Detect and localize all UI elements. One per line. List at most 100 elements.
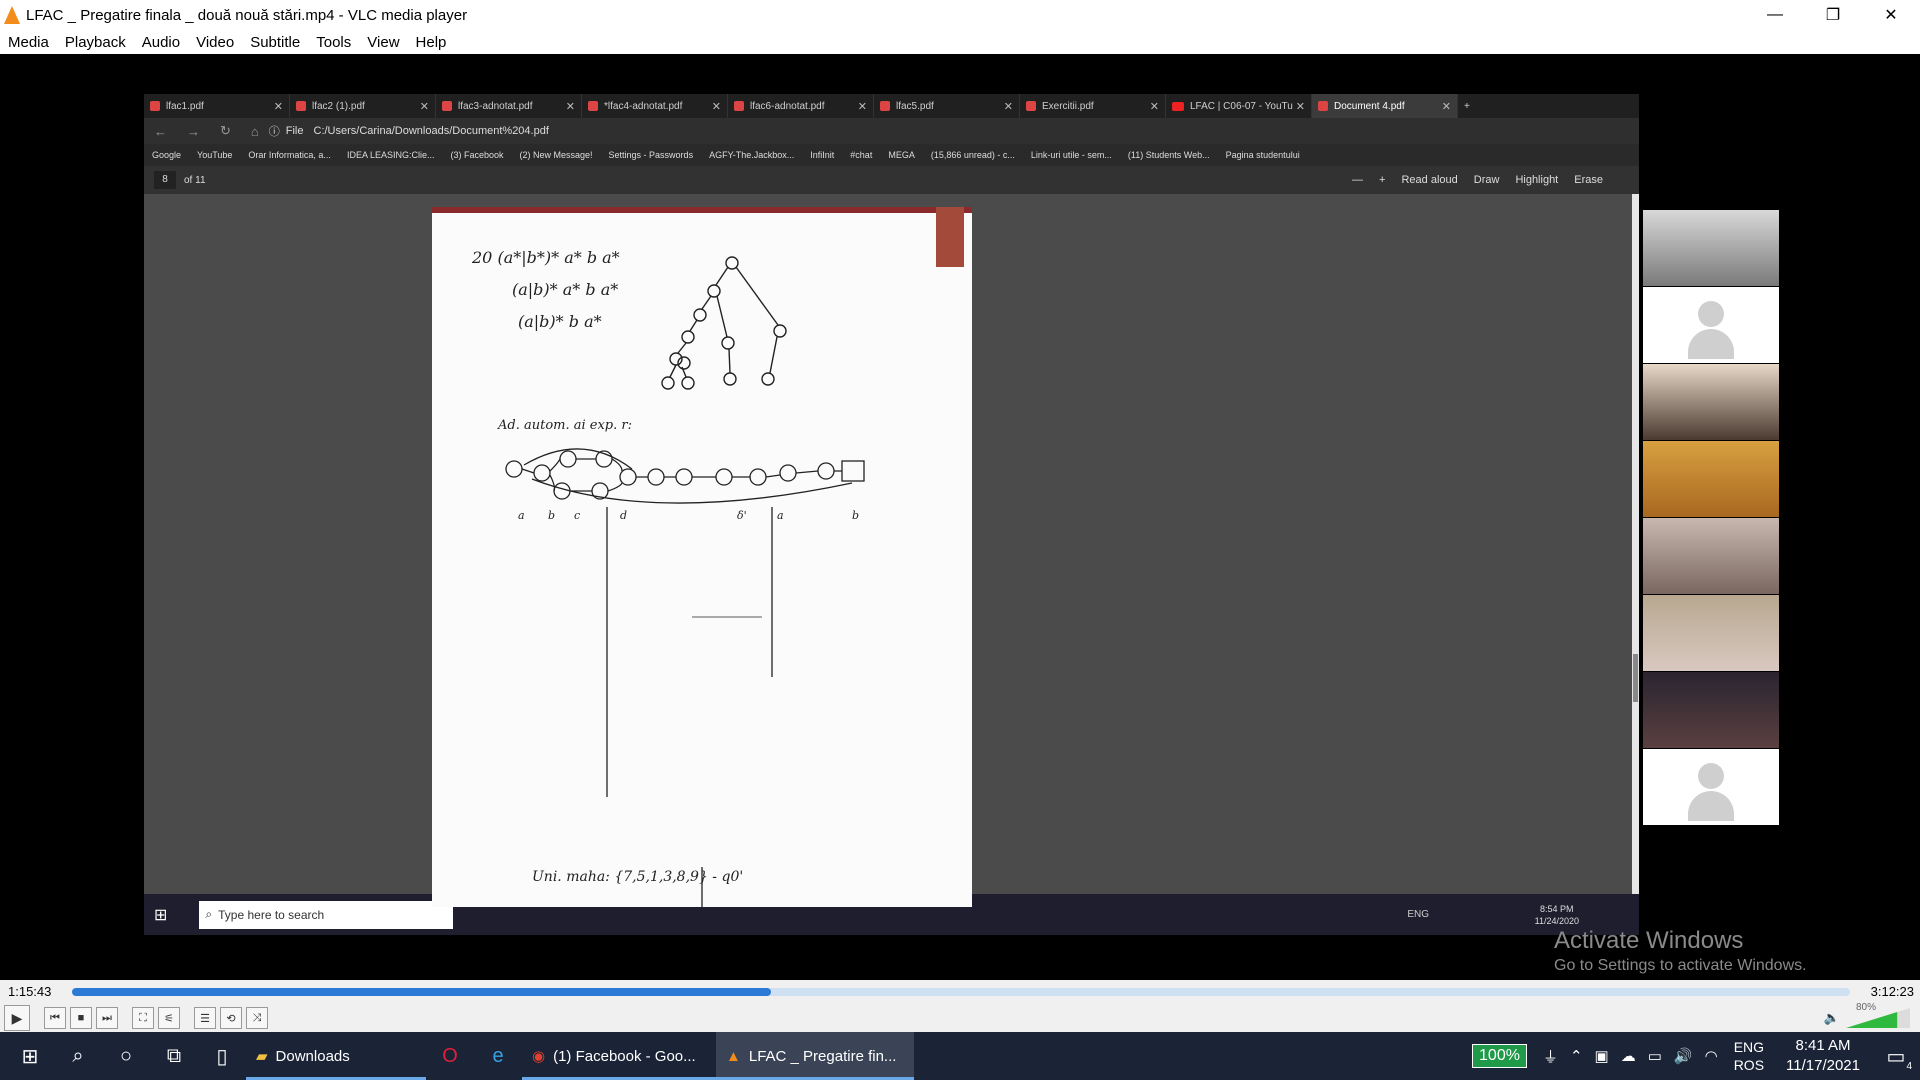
bookmark[interactable]: Google <box>152 150 181 160</box>
bookmark[interactable]: MEGA <box>888 150 915 160</box>
task-view-icon[interactable]: ⧉ <box>150 1032 198 1080</box>
chevron-up-icon[interactable]: ⌃ <box>1570 1047 1583 1065</box>
bookmark[interactable]: (2) New Message! <box>520 150 593 160</box>
device-icon[interactable]: ▣ <box>1595 1047 1609 1065</box>
opera-icon[interactable]: O <box>426 1032 474 1080</box>
forward-icon[interactable]: → <box>187 124 200 139</box>
minimize-button[interactable]: — <box>1746 0 1804 30</box>
clock[interactable]: 8:41 AM 11/17/2021 <box>1786 1036 1860 1076</box>
windows-start-icon[interactable]: ⊞ <box>6 1032 54 1080</box>
stop-icon[interactable]: ■ <box>70 1007 92 1029</box>
cortana-icon[interactable]: ○ <box>102 1032 150 1080</box>
menu-view[interactable]: View <box>359 34 407 51</box>
browser-tab[interactable]: lfac2 (1).pdf ✕ <box>290 94 436 118</box>
close-tab-icon[interactable]: ✕ <box>274 100 283 113</box>
close-tab-icon[interactable]: ✕ <box>712 100 721 113</box>
bookmark[interactable]: InfiInit <box>810 150 834 160</box>
search-icon[interactable]: ⌕ <box>54 1032 102 1080</box>
participant-tile[interactable] <box>1643 749 1779 825</box>
cloud-icon[interactable]: ☁ <box>1621 1047 1636 1065</box>
shuffle-icon[interactable]: ⤨ <box>246 1007 268 1029</box>
bookmark[interactable]: IDEA LEASING:Clie... <box>347 150 435 160</box>
refresh-icon[interactable]: ↻ <box>220 123 231 139</box>
seek-bar[interactable] <box>72 988 1850 996</box>
bookmark[interactable]: AGFY-The.Jackbox... <box>709 150 794 160</box>
url-field[interactable]: C:/Users/Carina/Downloads/Document%204.p… <box>314 125 549 137</box>
close-tab-icon[interactable]: ✕ <box>1442 100 1451 113</box>
menu-audio[interactable]: Audio <box>134 34 188 51</box>
erase-button[interactable]: Erase <box>1574 174 1603 186</box>
menu-tools[interactable]: Tools <box>308 34 359 51</box>
bookmark[interactable]: Link-uri utile - sem... <box>1031 150 1112 160</box>
wifi-icon[interactable]: ◠ <box>1705 1047 1718 1065</box>
loop-icon[interactable]: ⟲ <box>220 1007 242 1029</box>
zoom-in-button[interactable]: + <box>1379 174 1385 186</box>
bookmark[interactable]: Pagina studentului <box>1226 150 1300 160</box>
battery-indicator[interactable]: 100% <box>1472 1044 1527 1068</box>
notifications-icon[interactable]: ▭ 4 <box>1872 1032 1920 1080</box>
back-icon[interactable]: ← <box>154 124 167 139</box>
browser-tab[interactable]: lfac6-adnotat.pdf ✕ <box>728 94 874 118</box>
browser-tab-active[interactable]: Document 4.pdf ✕ <box>1312 94 1458 118</box>
file-icon[interactable]: ▯ <box>198 1032 246 1080</box>
bookmark[interactable]: (11) Students Web... <box>1128 150 1210 160</box>
participant-tile[interactable] <box>1643 210 1779 286</box>
menu-help[interactable]: Help <box>408 34 455 51</box>
browser-tab[interactable]: LFAC | C06-07 - YouTu ✕ <box>1166 94 1312 118</box>
menu-video[interactable]: Video <box>188 34 242 51</box>
browser-tab[interactable]: Exercitii.pdf ✕ <box>1020 94 1166 118</box>
battery-icon[interactable]: ▭ <box>1648 1047 1662 1065</box>
draw-button[interactable]: Draw <box>1474 174 1500 186</box>
close-tab-icon[interactable]: ✕ <box>858 100 867 113</box>
highlight-button[interactable]: Highlight <box>1515 174 1558 186</box>
restore-button[interactable]: ❐ <box>1804 0 1862 30</box>
browser-tab[interactable]: lfac1.pdf ✕ <box>144 94 290 118</box>
participant-tile[interactable] <box>1643 441 1779 517</box>
browser-tab[interactable]: lfac5.pdf ✕ <box>874 94 1020 118</box>
menu-subtitle[interactable]: Subtitle <box>242 34 308 51</box>
home-icon[interactable]: ⌂ <box>251 124 259 139</box>
participant-tile[interactable] <box>1643 672 1779 748</box>
participant-tile[interactable] <box>1643 595 1779 671</box>
scrollbar-thumb[interactable] <box>1633 654 1638 702</box>
close-tab-icon[interactable]: ✕ <box>1296 100 1305 113</box>
extended-settings-icon[interactable]: ⚟ <box>158 1007 180 1029</box>
edge-icon[interactable]: e <box>474 1032 522 1080</box>
bookmark[interactable]: Orar Informatica, a... <box>248 150 331 160</box>
participant-tile[interactable] <box>1643 287 1779 363</box>
playlist-icon[interactable]: ☰ <box>194 1007 216 1029</box>
zoom-out-button[interactable]: — <box>1352 174 1363 186</box>
bookmarks-bar: Google YouTube Orar Informatica, a... ID… <box>144 144 1639 166</box>
taskbar-app-facebook[interactable]: ◉ (1) Facebook - Goo... <box>522 1032 716 1080</box>
participant-tile[interactable] <box>1643 364 1779 440</box>
read-aloud-button[interactable]: Read aloud <box>1401 174 1457 186</box>
speaker-icon[interactable]: 🔊 <box>1674 1047 1693 1065</box>
next-icon[interactable]: ⏭ <box>96 1007 118 1029</box>
fullscreen-icon[interactable]: ⛶ <box>132 1007 154 1029</box>
previous-icon[interactable]: ⏮ <box>44 1007 66 1029</box>
close-tab-icon[interactable]: ✕ <box>1004 100 1013 113</box>
speaker-icon[interactable]: 🔈 <box>1824 1010 1840 1026</box>
taskbar-app-downloads[interactable]: ▰ Downloads <box>246 1032 426 1080</box>
menu-playback[interactable]: Playback <box>57 34 134 51</box>
page-number-input[interactable]: 8 <box>154 171 176 189</box>
play-button[interactable]: ▶ <box>4 1005 30 1031</box>
bookmark[interactable]: (15,866 unread) - c... <box>931 150 1015 160</box>
menu-media[interactable]: Media <box>0 34 57 51</box>
new-tab-button[interactable]: + <box>1458 94 1488 118</box>
close-tab-icon[interactable]: ✕ <box>420 100 429 113</box>
close-tab-icon[interactable]: ✕ <box>1150 100 1159 113</box>
language-indicator[interactable]: ENG ROS <box>1734 1038 1764 1074</box>
bookmark[interactable]: Settings - Passwords <box>609 150 694 160</box>
close-button[interactable]: ✕ <box>1862 0 1920 30</box>
participant-tile[interactable] <box>1643 518 1779 594</box>
bookmark[interactable]: YouTube <box>197 150 232 160</box>
browser-tab[interactable]: lfac3-adnotat.pdf ✕ <box>436 94 582 118</box>
volume-slider[interactable]: 80% <box>1846 1002 1910 1030</box>
browser-tab[interactable]: *lfac4-adnotat.pdf ✕ <box>582 94 728 118</box>
bookmark[interactable]: (3) Facebook <box>450 150 503 160</box>
pdf-scrollbar[interactable] <box>1632 194 1639 894</box>
taskbar-app-vlc[interactable]: ▲ LFAC _ Pregatire fin... <box>716 1032 914 1080</box>
bookmark[interactable]: #chat <box>850 150 872 160</box>
close-tab-icon[interactable]: ✕ <box>566 100 575 113</box>
